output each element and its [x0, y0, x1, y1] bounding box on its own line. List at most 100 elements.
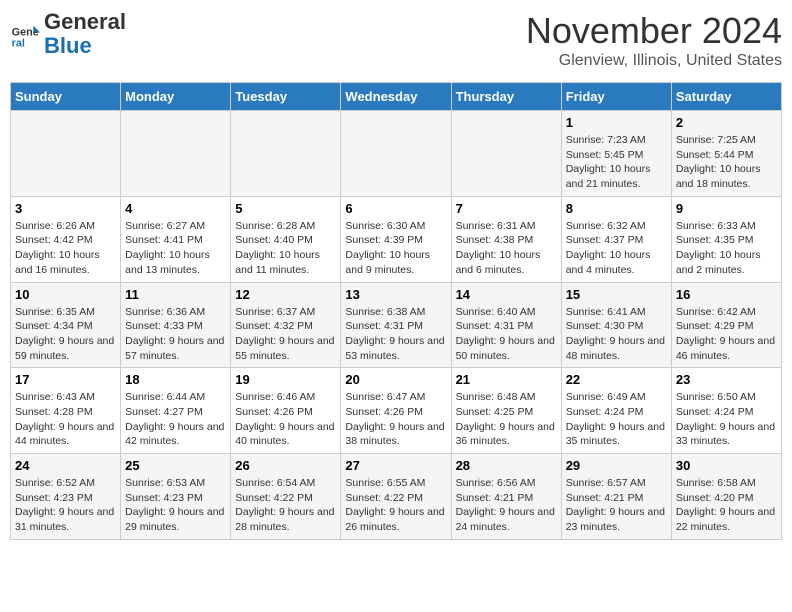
calendar-cell: 21 Sunrise: 6:48 AM Sunset: 4:25 PM Dayli… [451, 368, 561, 454]
day-number: 14 [456, 287, 557, 302]
day-info: Sunrise: 6:54 AM Sunset: 4:22 PM Dayligh… [235, 476, 336, 535]
month-title: November 2024 [526, 10, 782, 52]
calendar-cell: 26 Sunrise: 6:54 AM Sunset: 4:22 PM Dayli… [231, 454, 341, 540]
calendar-cell: 13 Sunrise: 6:38 AM Sunset: 4:31 PM Dayli… [341, 282, 451, 368]
day-number: 28 [456, 458, 557, 473]
calendar-cell: 11 Sunrise: 6:36 AM Sunset: 4:33 PM Dayli… [121, 282, 231, 368]
day-info: Sunrise: 6:36 AM Sunset: 4:33 PM Dayligh… [125, 305, 226, 364]
day-info: Sunrise: 6:49 AM Sunset: 4:24 PM Dayligh… [566, 390, 667, 449]
day-number: 13 [345, 287, 446, 302]
calendar-cell: 28 Sunrise: 6:56 AM Sunset: 4:21 PM Dayli… [451, 454, 561, 540]
day-info: Sunrise: 6:58 AM Sunset: 4:20 PM Dayligh… [676, 476, 777, 535]
day-number: 20 [345, 372, 446, 387]
day-info: Sunrise: 6:31 AM Sunset: 4:38 PM Dayligh… [456, 219, 557, 278]
calendar-cell [121, 111, 231, 197]
day-info: Sunrise: 6:46 AM Sunset: 4:26 PM Dayligh… [235, 390, 336, 449]
day-number: 4 [125, 201, 226, 216]
day-number: 9 [676, 201, 777, 216]
day-info: Sunrise: 6:56 AM Sunset: 4:21 PM Dayligh… [456, 476, 557, 535]
day-info: Sunrise: 6:52 AM Sunset: 4:23 PM Dayligh… [15, 476, 116, 535]
day-number: 19 [235, 372, 336, 387]
svg-text:ral: ral [12, 38, 25, 50]
day-number: 24 [15, 458, 116, 473]
day-info: Sunrise: 7:25 AM Sunset: 5:44 PM Dayligh… [676, 133, 777, 192]
day-info: Sunrise: 6:27 AM Sunset: 4:41 PM Dayligh… [125, 219, 226, 278]
day-info: Sunrise: 6:53 AM Sunset: 4:23 PM Dayligh… [125, 476, 226, 535]
calendar-cell: 25 Sunrise: 6:53 AM Sunset: 4:23 PM Dayli… [121, 454, 231, 540]
calendar-cell: 30 Sunrise: 6:58 AM Sunset: 4:20 PM Dayli… [671, 454, 781, 540]
calendar-cell: 22 Sunrise: 6:49 AM Sunset: 4:24 PM Dayli… [561, 368, 671, 454]
day-number: 22 [566, 372, 667, 387]
location: Glenview, Illinois, United States [526, 52, 782, 70]
day-info: Sunrise: 7:23 AM Sunset: 5:45 PM Dayligh… [566, 133, 667, 192]
calendar-cell: 8 Sunrise: 6:32 AM Sunset: 4:37 PM Daylig… [561, 196, 671, 282]
calendar-cell: 24 Sunrise: 6:52 AM Sunset: 4:23 PM Dayli… [11, 454, 121, 540]
day-number: 25 [125, 458, 226, 473]
week-row-5: 24 Sunrise: 6:52 AM Sunset: 4:23 PM Dayli… [11, 454, 782, 540]
calendar-cell: 3 Sunrise: 6:26 AM Sunset: 4:42 PM Daylig… [11, 196, 121, 282]
day-info: Sunrise: 6:57 AM Sunset: 4:21 PM Dayligh… [566, 476, 667, 535]
day-number: 3 [15, 201, 116, 216]
weekday-header-monday: Monday [121, 83, 231, 111]
day-number: 21 [456, 372, 557, 387]
day-number: 27 [345, 458, 446, 473]
day-info: Sunrise: 6:48 AM Sunset: 4:25 PM Dayligh… [456, 390, 557, 449]
calendar-cell: 4 Sunrise: 6:27 AM Sunset: 4:41 PM Daylig… [121, 196, 231, 282]
week-row-2: 3 Sunrise: 6:26 AM Sunset: 4:42 PM Daylig… [11, 196, 782, 282]
day-info: Sunrise: 6:40 AM Sunset: 4:31 PM Dayligh… [456, 305, 557, 364]
day-number: 17 [15, 372, 116, 387]
calendar-cell: 29 Sunrise: 6:57 AM Sunset: 4:21 PM Dayli… [561, 454, 671, 540]
day-number: 26 [235, 458, 336, 473]
calendar-cell: 1 Sunrise: 7:23 AM Sunset: 5:45 PM Daylig… [561, 111, 671, 197]
calendar-cell: 15Sunrise: 6:41 AM Sunset: 4:30 PM Dayli… [561, 282, 671, 368]
day-number: 11 [125, 287, 226, 302]
day-number: 29 [566, 458, 667, 473]
day-info: Sunrise: 6:47 AM Sunset: 4:26 PM Dayligh… [345, 390, 446, 449]
day-info: Sunrise: 6:26 AM Sunset: 4:42 PM Dayligh… [15, 219, 116, 278]
day-number: 7 [456, 201, 557, 216]
day-info: Sunrise: 6:50 AM Sunset: 4:24 PM Dayligh… [676, 390, 777, 449]
day-info: Sunrise: 6:32 AM Sunset: 4:37 PM Dayligh… [566, 219, 667, 278]
weekday-header-tuesday: Tuesday [231, 83, 341, 111]
weekday-header-sunday: Sunday [11, 83, 121, 111]
calendar-cell: 23 Sunrise: 6:50 AM Sunset: 4:24 PM Dayli… [671, 368, 781, 454]
day-number: 12 [235, 287, 336, 302]
calendar-cell: 2 Sunrise: 7:25 AM Sunset: 5:44 PM Daylig… [671, 111, 781, 197]
day-number: 30 [676, 458, 777, 473]
weekday-header-friday: Friday [561, 83, 671, 111]
calendar-cell [11, 111, 121, 197]
day-number: 8 [566, 201, 667, 216]
day-number: 5 [235, 201, 336, 216]
day-info: Sunrise: 6:41 AM Sunset: 4:30 PM Dayligh… [566, 305, 667, 364]
week-row-1: 1 Sunrise: 7:23 AM Sunset: 5:45 PM Daylig… [11, 111, 782, 197]
logo-blue: Blue [44, 33, 92, 58]
logo-icon: Gene ral [10, 19, 40, 49]
day-info: Sunrise: 6:55 AM Sunset: 4:22 PM Dayligh… [345, 476, 446, 535]
calendar-cell: 9 Sunrise: 6:33 AM Sunset: 4:35 PM Daylig… [671, 196, 781, 282]
week-row-4: 17 Sunrise: 6:43 AM Sunset: 4:28 PM Dayli… [11, 368, 782, 454]
calendar-cell: 20 Sunrise: 6:47 AM Sunset: 4:26 PM Dayli… [341, 368, 451, 454]
day-info: Sunrise: 6:38 AM Sunset: 4:31 PM Dayligh… [345, 305, 446, 364]
day-number: 2 [676, 115, 777, 130]
calendar-cell: 19 Sunrise: 6:46 AM Sunset: 4:26 PM Dayli… [231, 368, 341, 454]
day-info: Sunrise: 6:43 AM Sunset: 4:28 PM Dayligh… [15, 390, 116, 449]
calendar-cell: 6Sunrise: 6:30 AM Sunset: 4:39 PM Daylig… [341, 196, 451, 282]
calendar-table: SundayMondayTuesdayWednesdayThursdayFrid… [10, 82, 782, 540]
day-info: Sunrise: 6:37 AM Sunset: 4:32 PM Dayligh… [235, 305, 336, 364]
day-number: 1 [566, 115, 667, 130]
day-number: 23 [676, 372, 777, 387]
day-info: Sunrise: 6:35 AM Sunset: 4:34 PM Dayligh… [15, 305, 116, 364]
calendar-cell: 5Sunrise: 6:28 AM Sunset: 4:40 PM Daylig… [231, 196, 341, 282]
calendar-cell [231, 111, 341, 197]
calendar-cell [341, 111, 451, 197]
page-header: Gene ral General Blue November 2024 Glen… [10, 10, 782, 70]
calendar-cell: 12 Sunrise: 6:37 AM Sunset: 4:32 PM Dayli… [231, 282, 341, 368]
calendar-cell: 27 Sunrise: 6:55 AM Sunset: 4:22 PM Dayli… [341, 454, 451, 540]
day-number: 6 [345, 201, 446, 216]
day-info: Sunrise: 6:33 AM Sunset: 4:35 PM Dayligh… [676, 219, 777, 278]
day-number: 16 [676, 287, 777, 302]
weekday-header-wednesday: Wednesday [341, 83, 451, 111]
week-row-3: 10Sunrise: 6:35 AM Sunset: 4:34 PM Dayli… [11, 282, 782, 368]
calendar-cell: 14 Sunrise: 6:40 AM Sunset: 4:31 PM Dayli… [451, 282, 561, 368]
day-info: Sunrise: 6:44 AM Sunset: 4:27 PM Dayligh… [125, 390, 226, 449]
